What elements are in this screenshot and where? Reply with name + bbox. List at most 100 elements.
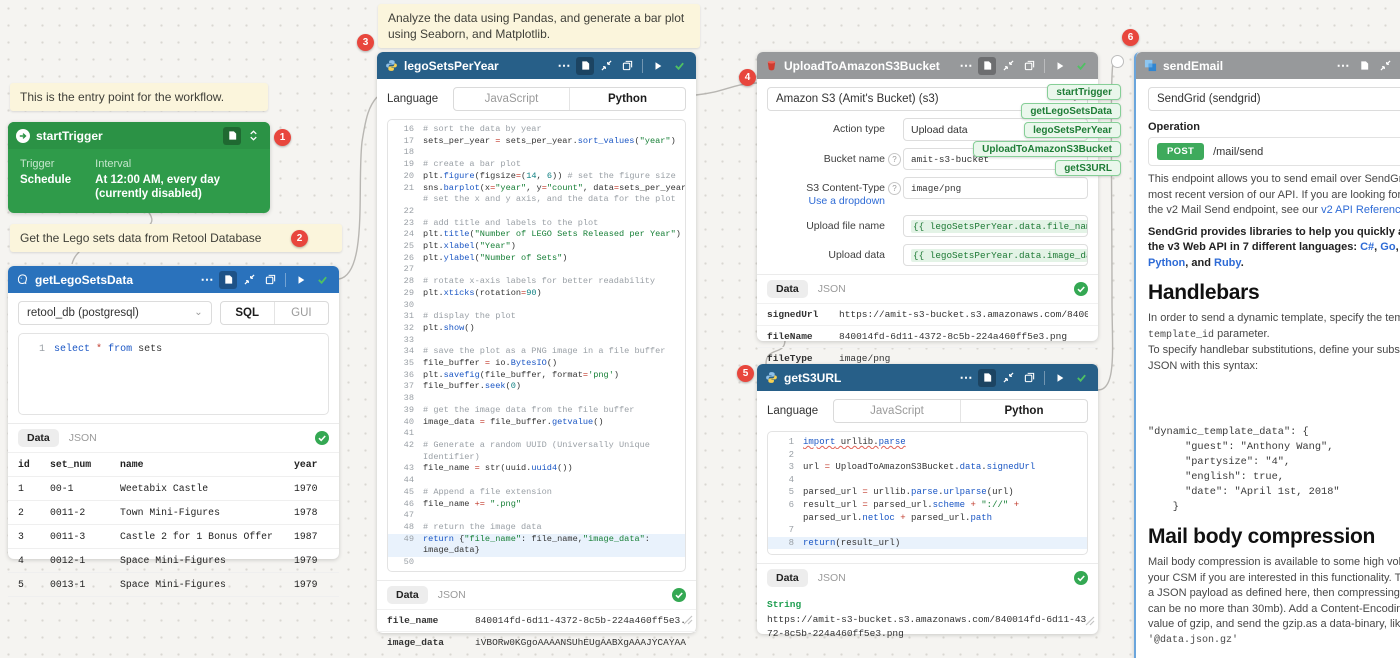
note-icon[interactable] xyxy=(1355,57,1373,75)
variable-tag[interactable]: getLegoSetsData xyxy=(1021,103,1121,119)
results-table[interactable]: id set_num name year theme_id num_p 1 00… xyxy=(8,452,339,597)
tab-sql[interactable]: SQL xyxy=(221,302,274,324)
result-tabs[interactable]: Data JSON xyxy=(377,580,696,609)
help-icon[interactable]: ? xyxy=(888,153,901,166)
code-line: 37file_buffer.seek(0) xyxy=(388,381,685,393)
upload-to-s3-header[interactable]: UploadToAmazonS3Bucket ⋯ xyxy=(757,52,1098,79)
field-label: S3 Content-Type xyxy=(806,182,885,195)
block-get-lego-sets-data[interactable]: getLegoSetsData ⋯ retool_db (postgresql)… xyxy=(8,266,339,559)
resource-select[interactable]: retool_db (postgresql) ⌄ xyxy=(18,301,212,325)
code-line: 49return {"file_name": file_name,"image_… xyxy=(388,534,685,546)
code-line: 42# Generate a random UUID (Universally … xyxy=(388,440,685,452)
expand-selector-icon[interactable] xyxy=(244,127,262,145)
compression-description: Mail body compression is available to so… xyxy=(1148,555,1400,648)
post-method-badge: POST xyxy=(1157,143,1204,160)
tab-python[interactable]: Python xyxy=(960,400,1087,422)
block-lego-sets-per-year[interactable]: legoSetsPerYear ⋯ Language JavaScript Py… xyxy=(377,52,696,633)
code-line: 38 xyxy=(388,393,685,405)
trigger-label: Trigger xyxy=(20,158,71,170)
code-line: 39# get the image data from the file buf… xyxy=(388,405,685,417)
tab-data[interactable]: Data xyxy=(18,429,59,447)
code-line: 20plt.figure(figsize=(14, 6)) # set the … xyxy=(388,171,685,183)
code-line: 22 xyxy=(388,206,685,218)
python-code-editor[interactable]: 1import urllib.parse23url = UploadToAmaz… xyxy=(767,431,1088,555)
copy-icon[interactable] xyxy=(618,57,636,75)
step-badge-5: 5 xyxy=(737,365,754,382)
tab-javascript[interactable]: JavaScript xyxy=(454,88,569,110)
more-options-icon[interactable]: ⋯ xyxy=(957,369,975,387)
note-icon[interactable] xyxy=(223,127,241,145)
more-options-icon[interactable]: ⋯ xyxy=(1334,57,1352,75)
run-play-icon[interactable] xyxy=(292,271,310,289)
v2-api-reference-link[interactable]: v2 API Reference. xyxy=(1321,204,1400,216)
copy-icon[interactable] xyxy=(1020,369,1038,387)
language-tabs[interactable]: JavaScript Python xyxy=(453,87,686,111)
use-dropdown-link[interactable]: Use a dropdown xyxy=(809,195,885,208)
tab-gui[interactable]: GUI xyxy=(274,302,328,324)
python-code-editor[interactable]: 16# sort the data by year17sets_per_year… xyxy=(387,119,686,572)
get-lego-sets-data-header[interactable]: getLegoSetsData ⋯ xyxy=(8,266,339,293)
code-line: 2 xyxy=(768,449,1087,462)
note-icon[interactable] xyxy=(576,57,594,75)
resource-select[interactable]: SendGrid (sendgrid) xyxy=(1148,87,1400,111)
code-line: 17sets_per_year = sets_per_year.sort_val… xyxy=(388,136,685,148)
chevron-down-icon: ⌄ xyxy=(194,308,202,318)
tab-json[interactable]: JSON xyxy=(818,572,846,584)
collapse-icon[interactable] xyxy=(999,57,1017,75)
block-send-email[interactable]: sendEmail ⋯ SendGrid (sendgrid) Operatio… xyxy=(1134,52,1400,658)
retool-workflow-canvas[interactable]: This is the entry point for the workflow… xyxy=(0,0,1400,658)
tab-data[interactable]: Data xyxy=(767,280,808,298)
block-start-trigger[interactable]: startTrigger Trigger Schedule Interval A… xyxy=(8,122,270,213)
note-entry-point[interactable]: This is the entry point for the workflow… xyxy=(10,83,268,111)
resize-handle[interactable] xyxy=(683,612,693,630)
run-play-icon[interactable] xyxy=(1051,57,1069,75)
result-tabs[interactable]: Data JSON xyxy=(757,274,1098,303)
note-icon[interactable] xyxy=(219,271,237,289)
language-tabs[interactable]: JavaScript Python xyxy=(833,399,1088,423)
get-s3-url-header[interactable]: getS3URL ⋯ xyxy=(757,364,1098,391)
collapse-icon[interactable] xyxy=(1376,57,1394,75)
operation-select[interactable]: POST /mail/send xyxy=(1148,137,1400,166)
run-play-icon[interactable] xyxy=(1051,369,1069,387)
note-icon[interactable] xyxy=(978,57,996,75)
tab-json[interactable]: JSON xyxy=(69,432,97,444)
help-icon[interactable]: ? xyxy=(888,182,901,195)
variable-tag[interactable]: UploadToAmazonS3Bucket xyxy=(973,141,1121,157)
run-play-icon[interactable] xyxy=(649,57,667,75)
field-input[interactable]: image/png xyxy=(903,177,1088,199)
note-analyze-data[interactable]: Analyze the data using Pandas, and gener… xyxy=(378,4,700,48)
collapse-icon[interactable] xyxy=(999,369,1017,387)
result-tabs[interactable]: Data JSON xyxy=(757,563,1098,592)
copy-icon[interactable] xyxy=(1020,57,1038,75)
collapse-icon[interactable] xyxy=(597,57,615,75)
variable-tag[interactable]: getS3URL xyxy=(1055,160,1121,176)
sql-editor[interactable]: 1select * from sets xyxy=(18,333,329,415)
resize-handle[interactable] xyxy=(1085,613,1095,631)
table-row: 1 00-1 Weetabix Castle 1970 414 471 xyxy=(8,477,339,501)
tab-json[interactable]: JSON xyxy=(438,589,466,601)
more-options-icon[interactable]: ⋯ xyxy=(957,57,975,75)
lego-sets-per-year-header[interactable]: legoSetsPerYear ⋯ xyxy=(377,52,696,79)
tab-python[interactable]: Python xyxy=(569,88,685,110)
connection-port[interactable] xyxy=(1111,55,1124,68)
collapse-icon[interactable] xyxy=(240,271,258,289)
note-icon[interactable] xyxy=(978,369,996,387)
block-get-s3-url[interactable]: getS3URL ⋯ Language JavaScript Python 1i… xyxy=(757,364,1098,634)
send-email-header[interactable]: sendEmail ⋯ xyxy=(1136,52,1400,79)
field-input[interactable]: {{ legoSetsPerYear.data.file_name }} xyxy=(903,215,1088,237)
result-tabs[interactable]: Data JSON xyxy=(8,423,339,452)
tab-json[interactable]: JSON xyxy=(818,283,846,295)
query-mode-tabs[interactable]: SQL GUI xyxy=(220,301,329,325)
run-success-check-icon xyxy=(1072,57,1090,75)
copy-icon[interactable] xyxy=(261,271,279,289)
run-success-check-icon xyxy=(670,57,688,75)
field-input[interactable]: {{ legoSetsPerYear.data.image_data}} xyxy=(903,244,1088,266)
variable-tag[interactable]: legoSetsPerYear xyxy=(1024,122,1121,138)
more-options-icon[interactable]: ⋯ xyxy=(198,271,216,289)
variable-tag[interactable]: startTrigger xyxy=(1047,84,1121,100)
more-options-icon[interactable]: ⋯ xyxy=(555,57,573,75)
tab-javascript[interactable]: JavaScript xyxy=(834,400,960,422)
tab-data[interactable]: Data xyxy=(767,569,808,587)
start-trigger-header[interactable]: startTrigger xyxy=(8,122,270,149)
tab-data[interactable]: Data xyxy=(387,586,428,604)
